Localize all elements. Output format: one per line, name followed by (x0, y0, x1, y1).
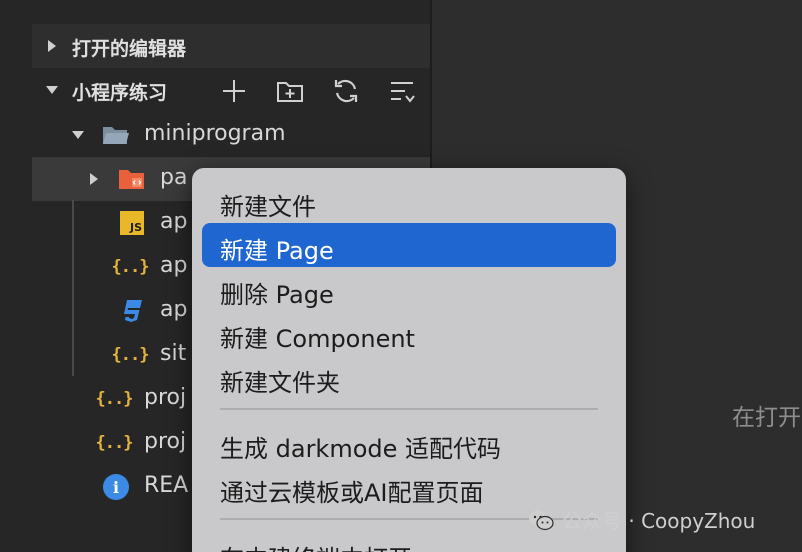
js-file-icon: JS (118, 209, 146, 237)
json-file-icon: {..} (111, 345, 150, 365)
json-file-icon: {..} (95, 433, 134, 453)
chevron-right-icon (90, 173, 98, 185)
watermark: 公众号 · CoopyZhou (528, 505, 755, 534)
menu-item-label: 删除 Page (220, 281, 334, 309)
activity-bar (0, 0, 32, 552)
pages-folder-icon (118, 165, 146, 193)
chevron-down-icon (46, 86, 58, 94)
new-folder-icon[interactable] (276, 77, 304, 105)
watermark-text: 公众号 · CoopyZhou (562, 509, 756, 533)
menu-item-label: 新建 Component (220, 325, 415, 353)
tree-item-label: REA (144, 473, 189, 498)
json-file-icon: {..} (95, 389, 134, 409)
top-strip (32, 0, 430, 20)
menu-item-new-file[interactable]: 新建文件 (202, 179, 616, 223)
tree-item-label: ap (160, 253, 188, 278)
tree-item-label: sit (160, 341, 187, 366)
menu-separator (220, 408, 598, 410)
tree-item-label: ap (160, 209, 188, 234)
section-project[interactable]: 小程序练习 (32, 68, 430, 112)
chevron-right-icon (48, 40, 56, 52)
menu-item-label: 生成 darkmode 适配代码 (220, 435, 502, 463)
tree-item-label: proj (144, 429, 187, 454)
section-open-editors-label: 打开的编辑器 (72, 38, 187, 60)
section-project-label: 小程序练习 (72, 82, 168, 104)
refresh-icon[interactable] (332, 77, 360, 105)
menu-item-darkmode[interactable]: 生成 darkmode 适配代码 (202, 421, 616, 465)
menu-item-label: 新建文件 (220, 193, 316, 221)
wechat-icon (529, 510, 554, 530)
tree-item-label: miniprogram (144, 121, 286, 146)
menu-item-delete-page[interactable]: 删除 Page (202, 267, 616, 311)
menu-item-cloud-template[interactable]: 通过云模板或AI配置页面 (202, 465, 616, 509)
menu-item-label: 在内建终端中打开 (220, 539, 412, 552)
tree-item-miniprogram[interactable]: miniprogram (32, 113, 430, 157)
context-menu: 新建文件 新建 Page 删除 Page 新建 Component 新建文件夹 … (192, 168, 626, 552)
folder-open-icon (102, 121, 130, 149)
tree-item-label: proj (144, 385, 187, 410)
menu-item-new-component[interactable]: 新建 Component (202, 311, 616, 355)
menu-item-label: 新建文件夹 (220, 369, 340, 397)
info-icon: i (102, 473, 130, 501)
menu-item-label: 通过云模板或AI配置页面 (220, 479, 484, 507)
json-file-icon: {..} (111, 257, 150, 277)
chevron-down-icon (72, 131, 84, 139)
menu-item-new-folder[interactable]: 新建文件夹 (202, 355, 616, 399)
collapse-all-icon[interactable] (388, 77, 416, 105)
menu-item-label: 新建 Page (220, 237, 334, 265)
menu-item-new-page[interactable]: 新建 Page (202, 223, 616, 267)
menu-item-open-terminal[interactable]: 在内建终端中打开 (202, 531, 616, 552)
css3-file-icon (118, 297, 146, 325)
editor-empty-hint: 在打开 (732, 405, 801, 431)
new-file-icon[interactable] (220, 77, 248, 105)
tree-item-label: ap (160, 297, 188, 322)
section-open-editors[interactable]: 打开的编辑器 (32, 24, 430, 68)
tree-item-label: pa (160, 165, 188, 190)
